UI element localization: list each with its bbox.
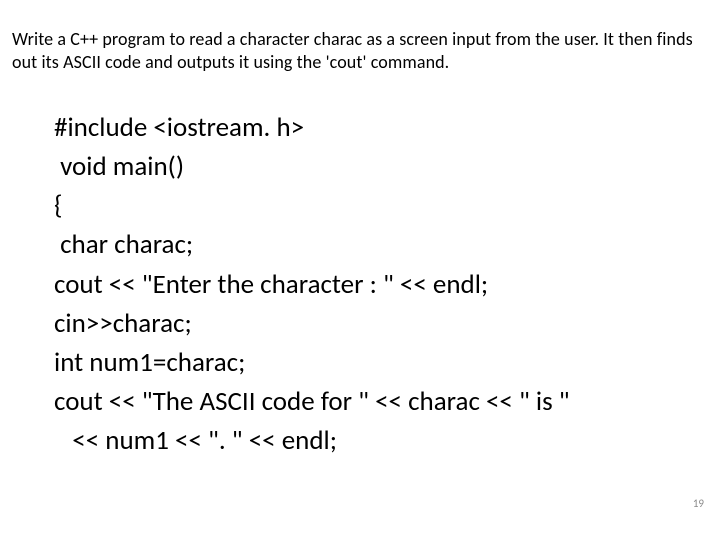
code-line: { [54, 186, 708, 225]
code-line: cout << "The ASCII code for " << charac … [54, 382, 708, 421]
code-line: void main() [54, 147, 708, 186]
code-line: char charac; [54, 225, 708, 264]
code-block: #include <iostream. h> void main() { cha… [54, 108, 708, 460]
slide: Write a C++ program to read a character … [0, 0, 720, 540]
code-line: cin>>charac; [54, 304, 708, 343]
code-line: cout << "Enter the character : " << endl… [54, 265, 708, 304]
problem-statement: Write a C++ program to read a character … [12, 28, 708, 74]
code-line: int num1=charac; [54, 343, 708, 382]
code-line: << num1 << ". " << endl; [54, 421, 708, 460]
code-line: #include <iostream. h> [54, 108, 708, 147]
page-number: 19 [693, 497, 704, 510]
